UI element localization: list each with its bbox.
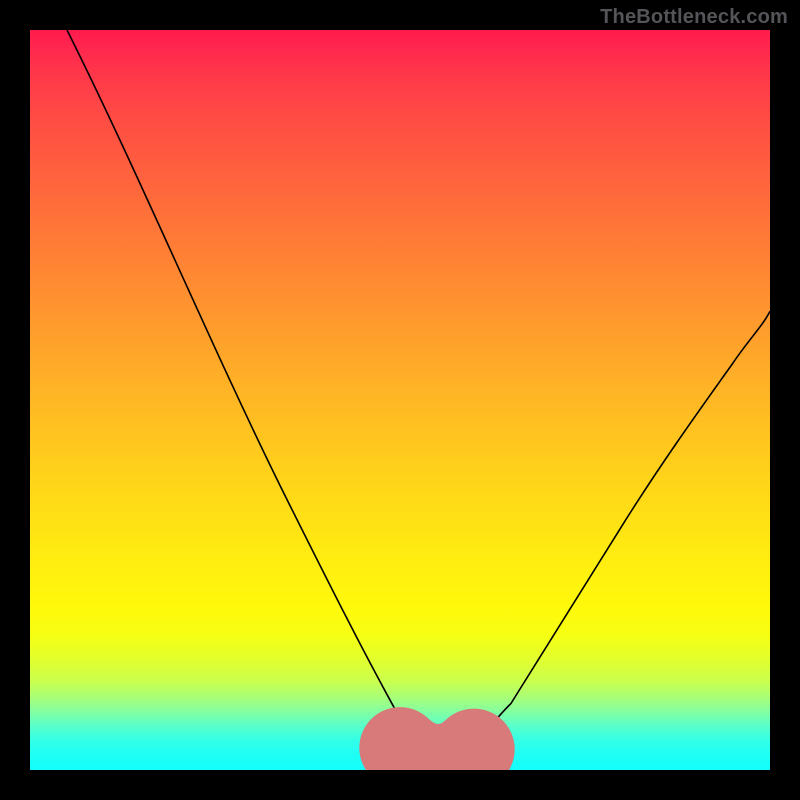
valley-highlight	[400, 748, 474, 765]
valley-dot	[387, 730, 400, 743]
main-curve	[67, 30, 770, 763]
plot-area	[30, 30, 770, 770]
chart-frame: TheBottleneck.com	[0, 0, 800, 800]
watermark-text: TheBottleneck.com	[600, 6, 788, 29]
curve-svg	[30, 30, 770, 770]
